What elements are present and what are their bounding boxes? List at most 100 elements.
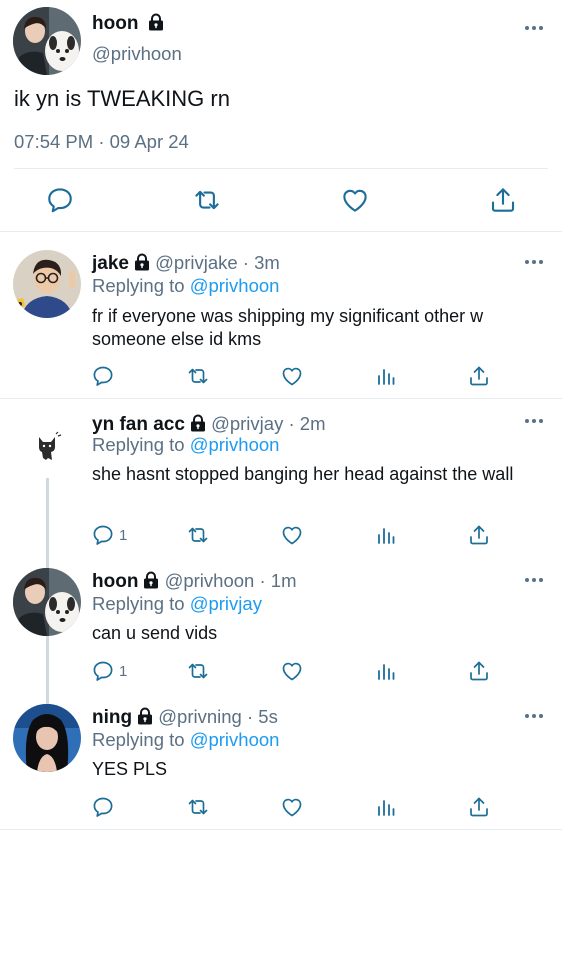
tweet-timestamp[interactable]: 07:54 PM · 09 Apr 24 bbox=[14, 131, 189, 153]
reply-time[interactable]: 1m bbox=[271, 570, 297, 591]
retweet-icon bbox=[186, 795, 210, 819]
like-icon bbox=[280, 659, 304, 683]
separator: · bbox=[288, 413, 295, 434]
like-button[interactable] bbox=[280, 523, 304, 547]
share-icon bbox=[467, 364, 491, 388]
view-stats-button[interactable] bbox=[374, 523, 398, 547]
replying-to-link[interactable]: @privjay bbox=[190, 593, 262, 614]
more-options-icon[interactable] bbox=[524, 576, 544, 584]
replying-label: Replying to bbox=[92, 275, 185, 296]
lock-icon bbox=[148, 13, 164, 31]
retweet-button[interactable] bbox=[186, 795, 210, 819]
separator: · bbox=[242, 252, 249, 273]
tweet-text: ik yn is TWEAKING rn bbox=[14, 86, 230, 111]
reply-count: 1 bbox=[119, 527, 128, 544]
more-options-icon[interactable] bbox=[524, 417, 544, 425]
author-handle[interactable]: @privjake bbox=[155, 252, 238, 273]
lock-icon bbox=[143, 571, 159, 589]
reply-icon bbox=[91, 523, 115, 547]
reply-text: fr if everyone was shipping my significa… bbox=[92, 306, 484, 349]
reply-button[interactable] bbox=[91, 364, 115, 388]
retweet-icon bbox=[192, 185, 222, 215]
reply-button[interactable] bbox=[91, 659, 115, 683]
lock-icon bbox=[134, 253, 150, 271]
reply-icon bbox=[45, 185, 75, 215]
author-name[interactable]: hoon bbox=[92, 13, 138, 34]
reply-icon bbox=[91, 659, 115, 683]
more-options-icon[interactable] bbox=[524, 712, 544, 720]
replying-to-link[interactable]: @privhoon bbox=[190, 729, 280, 750]
reply-time[interactable]: 3m bbox=[254, 252, 280, 273]
like-icon bbox=[280, 364, 304, 388]
author-handle[interactable]: @privjay bbox=[211, 413, 283, 434]
reply-text: she hasnt stopped banging her head again… bbox=[92, 464, 514, 484]
share-button[interactable] bbox=[467, 364, 491, 388]
separator: · bbox=[246, 706, 254, 727]
retweet-button[interactable] bbox=[186, 364, 210, 388]
replying-to-link[interactable]: @privhoon bbox=[190, 275, 280, 296]
avatar-ning[interactable] bbox=[13, 704, 81, 772]
retweet-button[interactable] bbox=[186, 523, 210, 547]
share-button[interactable] bbox=[467, 795, 491, 819]
replying-label: Replying to bbox=[92, 729, 185, 750]
share-icon bbox=[467, 659, 491, 683]
share-button[interactable] bbox=[467, 523, 491, 547]
reply-button[interactable] bbox=[45, 185, 75, 215]
view-stats-button[interactable] bbox=[374, 364, 398, 388]
reply-button[interactable] bbox=[91, 523, 115, 547]
replying-label: Replying to bbox=[92, 593, 185, 614]
like-icon bbox=[280, 795, 304, 819]
avatar-yn-fan-acc[interactable] bbox=[28, 427, 66, 465]
reply-button[interactable] bbox=[91, 795, 115, 819]
author-name[interactable]: ning bbox=[92, 707, 132, 728]
author-name[interactable]: jake bbox=[92, 253, 129, 274]
retweet-button[interactable] bbox=[186, 659, 210, 683]
author-name[interactable]: yn fan acc bbox=[92, 414, 185, 435]
lock-icon bbox=[137, 707, 153, 725]
share-icon bbox=[488, 185, 518, 215]
share-icon bbox=[467, 523, 491, 547]
retweet-icon bbox=[186, 659, 210, 683]
avatar-hoon[interactable] bbox=[13, 568, 81, 636]
retweet-icon bbox=[186, 523, 210, 547]
like-icon bbox=[280, 523, 304, 547]
like-button[interactable] bbox=[280, 795, 304, 819]
view-stats-button[interactable] bbox=[374, 795, 398, 819]
retweet-icon bbox=[186, 364, 210, 388]
like-icon bbox=[340, 185, 370, 215]
share-button[interactable] bbox=[467, 659, 491, 683]
more-options-icon[interactable] bbox=[524, 24, 544, 32]
stats-icon bbox=[374, 364, 398, 388]
author-name[interactable]: hoon bbox=[92, 571, 138, 592]
view-stats-button[interactable] bbox=[374, 659, 398, 683]
reply-text: YES PLS bbox=[92, 759, 168, 779]
reply-count: 1 bbox=[119, 663, 128, 680]
like-button[interactable] bbox=[280, 364, 304, 388]
stats-icon bbox=[374, 659, 398, 683]
separator: · bbox=[259, 570, 266, 591]
author-handle[interactable]: @privhoon bbox=[165, 570, 255, 591]
reply-icon bbox=[91, 795, 115, 819]
share-button[interactable] bbox=[488, 185, 518, 215]
author-handle[interactable]: @privhoon bbox=[92, 43, 182, 65]
like-button[interactable] bbox=[280, 659, 304, 683]
main-tweet: hoon @privhoon ik yn is TWEAKING rn 07:5… bbox=[0, 0, 562, 232]
reply-tweet: ning @privning · 5s Replying to @privhoo… bbox=[0, 695, 562, 830]
replying-to-link[interactable]: @privhoon bbox=[190, 434, 280, 455]
reply-icon bbox=[91, 364, 115, 388]
stats-icon bbox=[374, 795, 398, 819]
stats-icon bbox=[374, 523, 398, 547]
reply-time[interactable]: 5s bbox=[258, 706, 278, 727]
reply-text: can u send vids bbox=[92, 623, 218, 643]
reply-tweet: hoon @privhoon · 1m Replying to @privjay… bbox=[0, 559, 562, 695]
author-handle[interactable]: @privning bbox=[158, 706, 242, 727]
reply-tweet: yn fan acc @privjay · 2m Replying to @pr… bbox=[0, 399, 562, 559]
more-options-icon[interactable] bbox=[524, 258, 544, 266]
lock-icon bbox=[190, 414, 206, 432]
avatar-hoon[interactable] bbox=[13, 7, 81, 75]
avatar-jake[interactable] bbox=[13, 250, 81, 318]
retweet-button[interactable] bbox=[192, 185, 222, 215]
like-button[interactable] bbox=[340, 185, 370, 215]
reply-tweet: jake @privjake · 3m Replying to @privhoo… bbox=[0, 232, 562, 399]
reply-time[interactable]: 2m bbox=[300, 413, 326, 434]
